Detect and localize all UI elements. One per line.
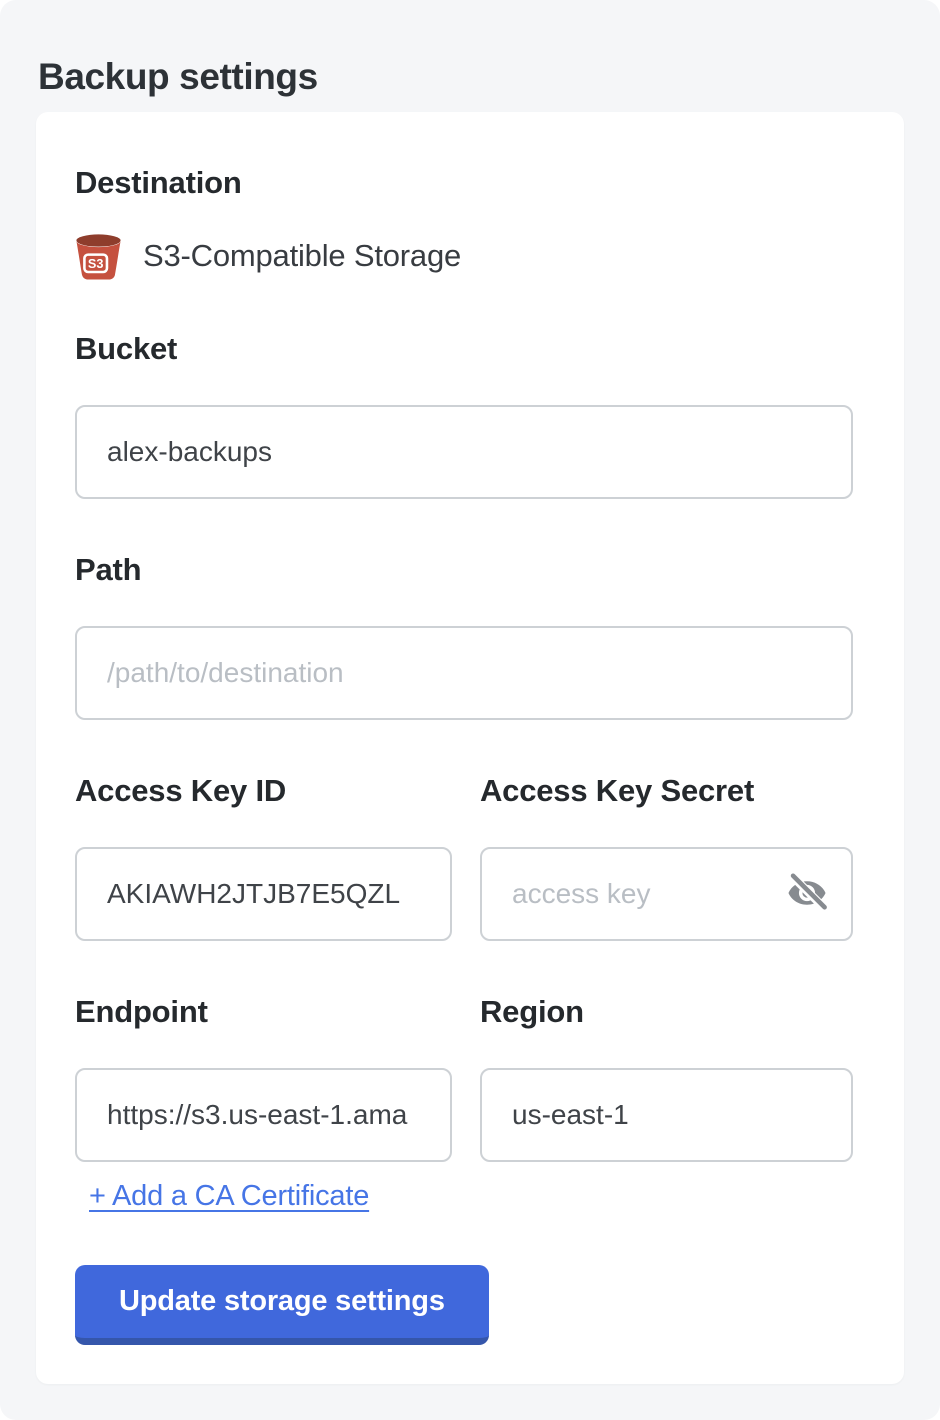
endpoint-input[interactable] [75, 1068, 452, 1162]
update-storage-settings-button[interactable]: Update storage settings [75, 1265, 489, 1345]
svg-text:S3: S3 [88, 256, 104, 270]
access-key-id-label: Access Key ID [75, 772, 452, 810]
access-key-secret-label: Access Key Secret [480, 772, 853, 810]
destination-value-row: S3 S3-Compatible Storage [75, 232, 853, 280]
path-label: Path [75, 551, 853, 589]
toggle-secret-visibility-button[interactable] [783, 869, 831, 917]
storage-settings-card: Destination S3 S3-Compatible Storage Buc… [36, 112, 904, 1384]
s3-bucket-icon: S3 [75, 233, 122, 280]
endpoint-label: Endpoint [75, 993, 452, 1031]
destination-value: S3-Compatible Storage [143, 238, 461, 274]
backup-settings-panel: Backup settings Destination S3 S3-Compat… [0, 0, 940, 1420]
destination-label: Destination [75, 164, 853, 202]
eye-off-icon [785, 871, 829, 915]
add-ca-certificate-link[interactable]: + Add a CA Certificate [89, 1180, 369, 1213]
region-label: Region [480, 993, 853, 1031]
access-key-id-input[interactable] [75, 847, 452, 941]
bucket-label: Bucket [75, 330, 853, 368]
access-key-secret-field [480, 810, 853, 941]
region-input[interactable] [480, 1068, 853, 1162]
bucket-input[interactable] [75, 405, 853, 499]
path-input[interactable] [75, 626, 853, 720]
page-title: Backup settings [38, 56, 318, 98]
